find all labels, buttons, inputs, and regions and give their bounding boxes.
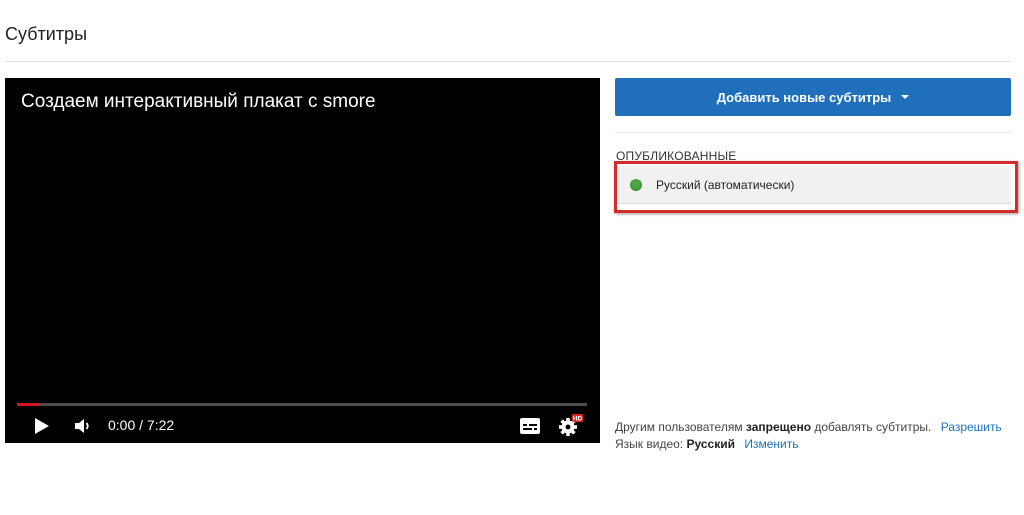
subtitles-button[interactable] — [519, 415, 541, 437]
caret-down-icon — [901, 95, 910, 99]
progress-fill — [17, 403, 40, 406]
permission-bold: запрещено — [745, 420, 812, 434]
gear-icon: HD — [559, 414, 583, 436]
settings-button[interactable]: HD — [557, 413, 583, 439]
allow-link[interactable]: Разрешить — [941, 420, 1002, 434]
subtitle-track-row[interactable]: Русский (автоматически) — [617, 166, 1011, 204]
add-subtitles-label: Добавить новые субтитры — [716, 89, 892, 105]
language-line: Язык видео: Русский Изменить — [615, 437, 798, 451]
status-dot — [630, 178, 642, 191]
volume-button[interactable] — [71, 414, 95, 438]
time-display: 0:00 / 7:22 — [108, 417, 175, 433]
play-button[interactable] — [31, 414, 53, 438]
play-icon — [35, 418, 49, 434]
progress-bar[interactable] — [17, 403, 587, 406]
video-player[interactable]: Создаем интерактивный плакат с smore 0:0… — [5, 78, 600, 443]
page-title: Субтитры — [5, 24, 88, 44]
published-section-label: ОПУБЛИКОВАННЫЕ — [616, 149, 737, 163]
language-value: Русский — [686, 437, 735, 451]
title-divider — [5, 61, 1011, 62]
permission-suffix: добавлять субтитры. — [814, 420, 932, 434]
subtitle-track-label: Русский (автоматически) — [656, 177, 795, 192]
add-subtitles-button[interactable]: Добавить новые субтитры — [615, 78, 1011, 116]
permission-line: Другим пользователям запрещено добавлять… — [615, 420, 1002, 434]
language-prefix: Язык видео: — [615, 437, 684, 451]
subtitles-icon — [520, 418, 540, 434]
change-language-link[interactable]: Изменить — [744, 437, 798, 451]
video-title[interactable]: Создаем интерактивный плакат с smore — [21, 91, 376, 113]
permission-prefix: Другим пользователям — [615, 420, 743, 434]
player-controls: 0:00 / 7:22 HD — [5, 410, 600, 443]
volume-icon — [75, 419, 89, 433]
hd-badge: HD — [573, 415, 583, 422]
panel-divider — [615, 132, 1011, 133]
